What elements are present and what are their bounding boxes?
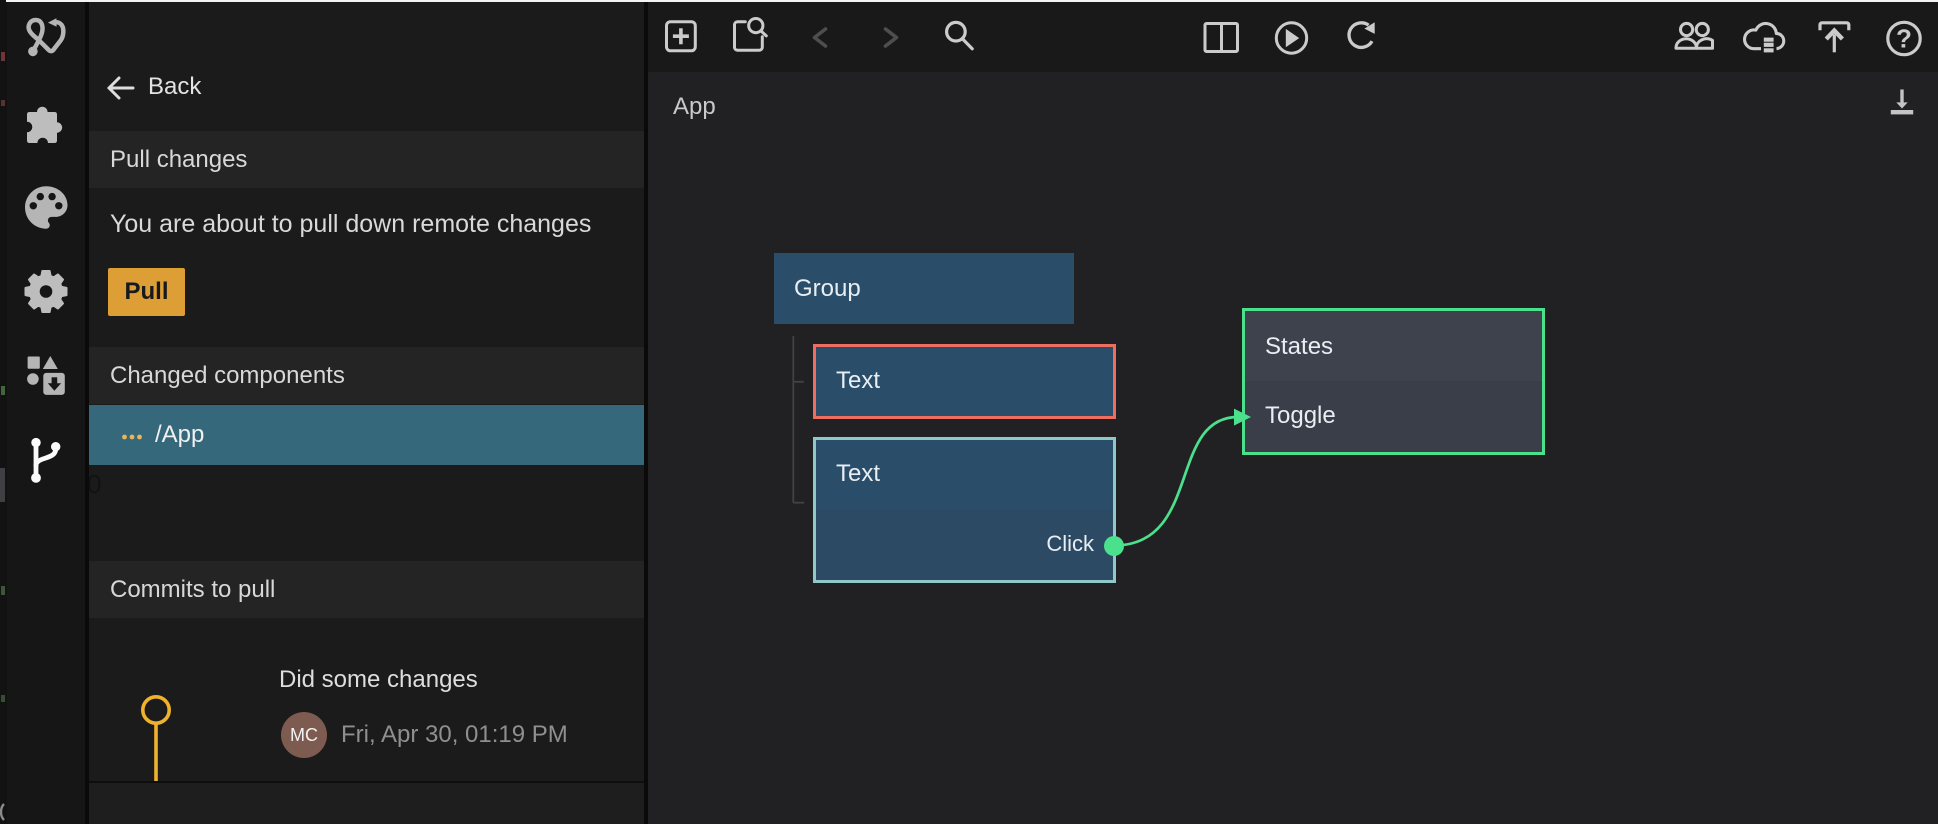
svg-text:?: ? <box>1896 24 1912 54</box>
